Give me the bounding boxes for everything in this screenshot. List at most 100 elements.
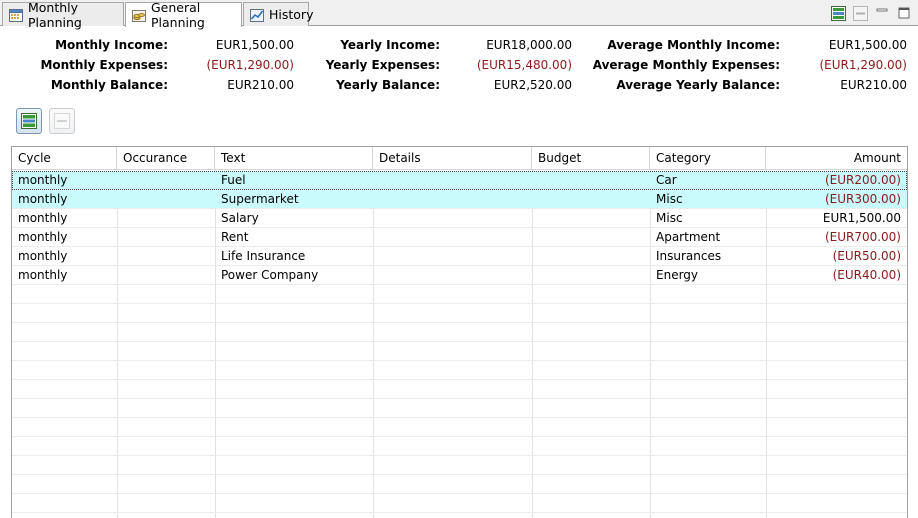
cell-text: Supermarket	[221, 192, 299, 206]
cell-budget	[532, 247, 650, 266]
tab-monthly-planning[interactable]: Monthly Planning	[2, 0, 124, 30]
table-row[interactable]: monthly Rent Apartment (EUR700.00)	[12, 228, 907, 247]
cell-amount: (EUR50.00)	[832, 249, 901, 263]
empty-row	[12, 456, 907, 475]
column-header-text[interactable]: Text	[215, 147, 373, 170]
cell-category: Insurances	[656, 249, 722, 263]
calendar-icon	[9, 8, 23, 22]
column-header-category[interactable]: Category	[650, 147, 766, 170]
tab-label: General Planning	[151, 0, 205, 30]
cell-amount: (EUR200.00)	[824, 173, 901, 187]
cell-cycle: monthly	[18, 211, 68, 225]
yearly-expenses-label: Yearly Expenses:	[325, 58, 440, 72]
tab-history[interactable]: History	[243, 2, 313, 26]
cell-text: Rent	[221, 230, 249, 244]
empty-row	[12, 399, 907, 418]
cell-budget	[532, 209, 650, 228]
tab-general-planning[interactable]: General Planning	[125, 0, 242, 30]
column-header-occurance[interactable]: Occurance	[117, 147, 215, 170]
table-body: monthly Fuel Car (EUR200.00) monthly Sup…	[12, 171, 907, 513]
avg-monthly-expenses-label: Average Monthly Expenses:	[592, 58, 780, 72]
summary-panel: Monthly Income: EUR1,500.00 Monthly Expe…	[0, 26, 918, 100]
cell-text: Salary	[221, 211, 259, 225]
minimize-icon[interactable]	[874, 5, 890, 21]
cell-details	[373, 171, 532, 190]
yearly-income-label: Yearly Income:	[340, 38, 440, 52]
cell-category: Misc	[656, 211, 683, 225]
cell-details	[373, 228, 532, 247]
empty-row	[12, 361, 907, 380]
monthly-expenses-value: (EUR1,290.00)	[206, 58, 294, 72]
monthly-expenses-label: Monthly Expenses:	[40, 58, 168, 72]
empty-row	[12, 285, 907, 304]
cell-details	[373, 209, 532, 228]
cell-occurance	[117, 190, 215, 209]
cell-details	[373, 190, 532, 209]
cell-category: Car	[656, 173, 677, 187]
remove-view-icon[interactable]	[852, 5, 868, 21]
cell-amount: EUR1,500.00	[822, 211, 901, 225]
cell-text: Life Insurance	[221, 249, 306, 263]
cell-budget	[532, 171, 650, 190]
add-entry-icon	[21, 113, 37, 129]
cell-occurance	[117, 266, 215, 285]
maximize-icon[interactable]	[896, 5, 912, 21]
cell-budget	[532, 266, 650, 285]
add-entry-button[interactable]	[16, 108, 42, 134]
column-header-amount[interactable]: Amount	[766, 147, 907, 170]
yearly-balance-label: Yearly Balance:	[336, 78, 440, 92]
cell-details	[373, 247, 532, 266]
remove-entry-button[interactable]	[49, 108, 75, 134]
cell-category: Misc	[656, 192, 683, 206]
cell-cycle: monthly	[18, 249, 68, 263]
cell-occurance	[117, 247, 215, 266]
cell-cycle: monthly	[18, 173, 68, 187]
cell-details	[373, 266, 532, 285]
monthly-balance-label: Monthly Balance:	[50, 78, 168, 92]
table-view-icon[interactable]	[830, 5, 846, 21]
cell-amount: (EUR40.00)	[832, 268, 901, 282]
cell-amount: (EUR300.00)	[824, 192, 901, 206]
cell-cycle: monthly	[18, 230, 68, 244]
cell-text: Power Company	[221, 268, 319, 282]
cell-budget	[532, 190, 650, 209]
empty-row	[12, 418, 907, 437]
cell-text: Fuel	[221, 173, 246, 187]
avg-monthly-expenses-value: (EUR1,290.00)	[819, 58, 907, 72]
table-row[interactable]: monthly Fuel Car (EUR200.00)	[12, 171, 907, 190]
cell-occurance	[117, 228, 215, 247]
monthly-income-label: Monthly Income:	[55, 38, 168, 52]
empty-row	[12, 475, 907, 494]
chart-icon	[250, 8, 264, 22]
yearly-expenses-value: (EUR15,480.00)	[476, 58, 572, 72]
empty-row	[12, 437, 907, 456]
column-header-cycle[interactable]: Cycle	[12, 147, 117, 170]
empty-row	[12, 304, 907, 323]
monthly-income-value: EUR1,500.00	[215, 38, 294, 52]
cell-amount: (EUR700.00)	[824, 230, 901, 244]
avg-yearly-balance-value: EUR210.00	[840, 78, 907, 92]
empty-row	[12, 380, 907, 399]
yearly-income-value: EUR18,000.00	[486, 38, 572, 52]
column-header-details[interactable]: Details	[373, 147, 532, 170]
cell-occurance	[117, 171, 215, 190]
tab-label: History	[269, 7, 314, 22]
table-row[interactable]: monthly Salary Misc EUR1,500.00	[12, 209, 907, 228]
table-row[interactable]: monthly Power Company Energy (EUR40.00)	[12, 266, 907, 285]
table-row[interactable]: monthly Life Insurance Insurances (EUR50…	[12, 247, 907, 266]
column-header-budget[interactable]: Budget	[532, 147, 650, 170]
table-header: Cycle Occurance Text Details Budget Cate…	[12, 147, 907, 170]
planning-table: Cycle Occurance Text Details Budget Cate…	[11, 146, 908, 518]
avg-monthly-income-label: Average Monthly Income:	[607, 38, 780, 52]
view-toolbar	[830, 5, 912, 21]
cell-category: Energy	[656, 268, 699, 282]
coins-icon	[132, 10, 146, 22]
avg-monthly-income-value: EUR1,500.00	[828, 38, 907, 52]
monthly-balance-value: EUR210.00	[227, 78, 294, 92]
cell-cycle: monthly	[18, 192, 68, 206]
table-row[interactable]: monthly Supermarket Misc (EUR300.00)	[12, 190, 907, 209]
empty-row	[12, 494, 907, 513]
cell-occurance	[117, 209, 215, 228]
cell-cycle: monthly	[18, 268, 68, 282]
avg-yearly-balance-label: Average Yearly Balance:	[616, 78, 780, 92]
